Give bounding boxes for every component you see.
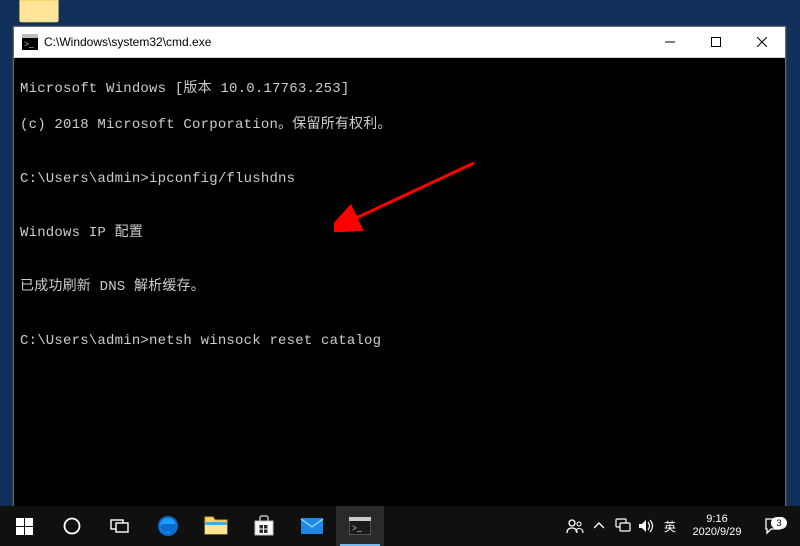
tray-ime-indicator[interactable]: 英 xyxy=(659,506,681,546)
terminal-line: C:\Users\admin>ipconfig/flushdns xyxy=(20,170,779,188)
taskbar-app-cmd[interactable]: >_ xyxy=(336,506,384,546)
svg-text:>_: >_ xyxy=(24,39,34,49)
action-center-button[interactable]: 3 xyxy=(753,517,793,535)
window-controls xyxy=(647,27,785,57)
start-button[interactable] xyxy=(0,506,48,546)
titlebar[interactable]: >_ C:\Windows\system32\cmd.exe xyxy=(14,27,785,58)
tray-people-icon[interactable] xyxy=(563,506,587,546)
windows-logo-icon xyxy=(16,518,33,535)
taskbar-app-file-explorer[interactable] xyxy=(192,506,240,546)
svg-text:>_: >_ xyxy=(352,523,362,533)
terminal-line: (c) 2018 Microsoft Corporation。保留所有权利。 xyxy=(20,116,779,134)
desktop-folder-icon[interactable] xyxy=(18,0,60,24)
network-icon xyxy=(614,518,632,534)
taskbar: >_ xyxy=(0,506,800,546)
folder-icon xyxy=(18,0,60,24)
mail-icon xyxy=(300,517,324,535)
tray-overflow-button[interactable] xyxy=(587,506,611,546)
terminal-line: 已成功刷新 DNS 解析缓存。 xyxy=(20,278,779,296)
tray-network-icon[interactable] xyxy=(611,506,635,546)
terminal-line: Windows IP 配置 xyxy=(20,224,779,242)
people-icon xyxy=(566,517,584,535)
volume-icon xyxy=(638,518,656,534)
cmd-window: >_ C:\Windows\system32\cmd.exe Microsoft… xyxy=(13,26,786,507)
clock-date: 2020/9/29 xyxy=(693,526,742,539)
cortana-button[interactable] xyxy=(48,506,96,546)
taskbar-clock[interactable]: 9:16 2020/9/29 xyxy=(681,513,753,539)
ime-label: 英 xyxy=(664,518,676,535)
task-view-icon xyxy=(110,517,130,535)
cortana-icon xyxy=(62,516,82,536)
tray-volume-icon[interactable] xyxy=(635,506,659,546)
store-icon xyxy=(253,515,275,537)
window-title: C:\Windows\system32\cmd.exe xyxy=(44,35,647,49)
cmd-icon: >_ xyxy=(22,34,38,50)
system-tray: 英 9:16 2020/9/29 3 xyxy=(563,506,800,546)
notification-count-badge: 3 xyxy=(771,517,787,529)
chevron-up-icon xyxy=(594,522,604,530)
terminal-line: Microsoft Windows [版本 10.0.17763.253] xyxy=(20,80,779,98)
edge-icon xyxy=(156,514,180,538)
taskbar-app-mail[interactable] xyxy=(288,506,336,546)
terminal-line: C:\Users\admin>netsh winsock reset catal… xyxy=(20,332,779,350)
clock-time: 9:16 xyxy=(706,513,727,526)
close-button[interactable] xyxy=(739,27,785,57)
file-explorer-icon xyxy=(204,516,228,536)
terminal-output[interactable]: Microsoft Windows [版本 10.0.17763.253] (c… xyxy=(14,58,785,506)
minimize-button[interactable] xyxy=(647,27,693,57)
task-view-button[interactable] xyxy=(96,506,144,546)
maximize-button[interactable] xyxy=(693,27,739,57)
taskbar-app-edge[interactable] xyxy=(144,506,192,546)
cmd-taskbar-icon: >_ xyxy=(349,517,371,535)
taskbar-app-store[interactable] xyxy=(240,506,288,546)
